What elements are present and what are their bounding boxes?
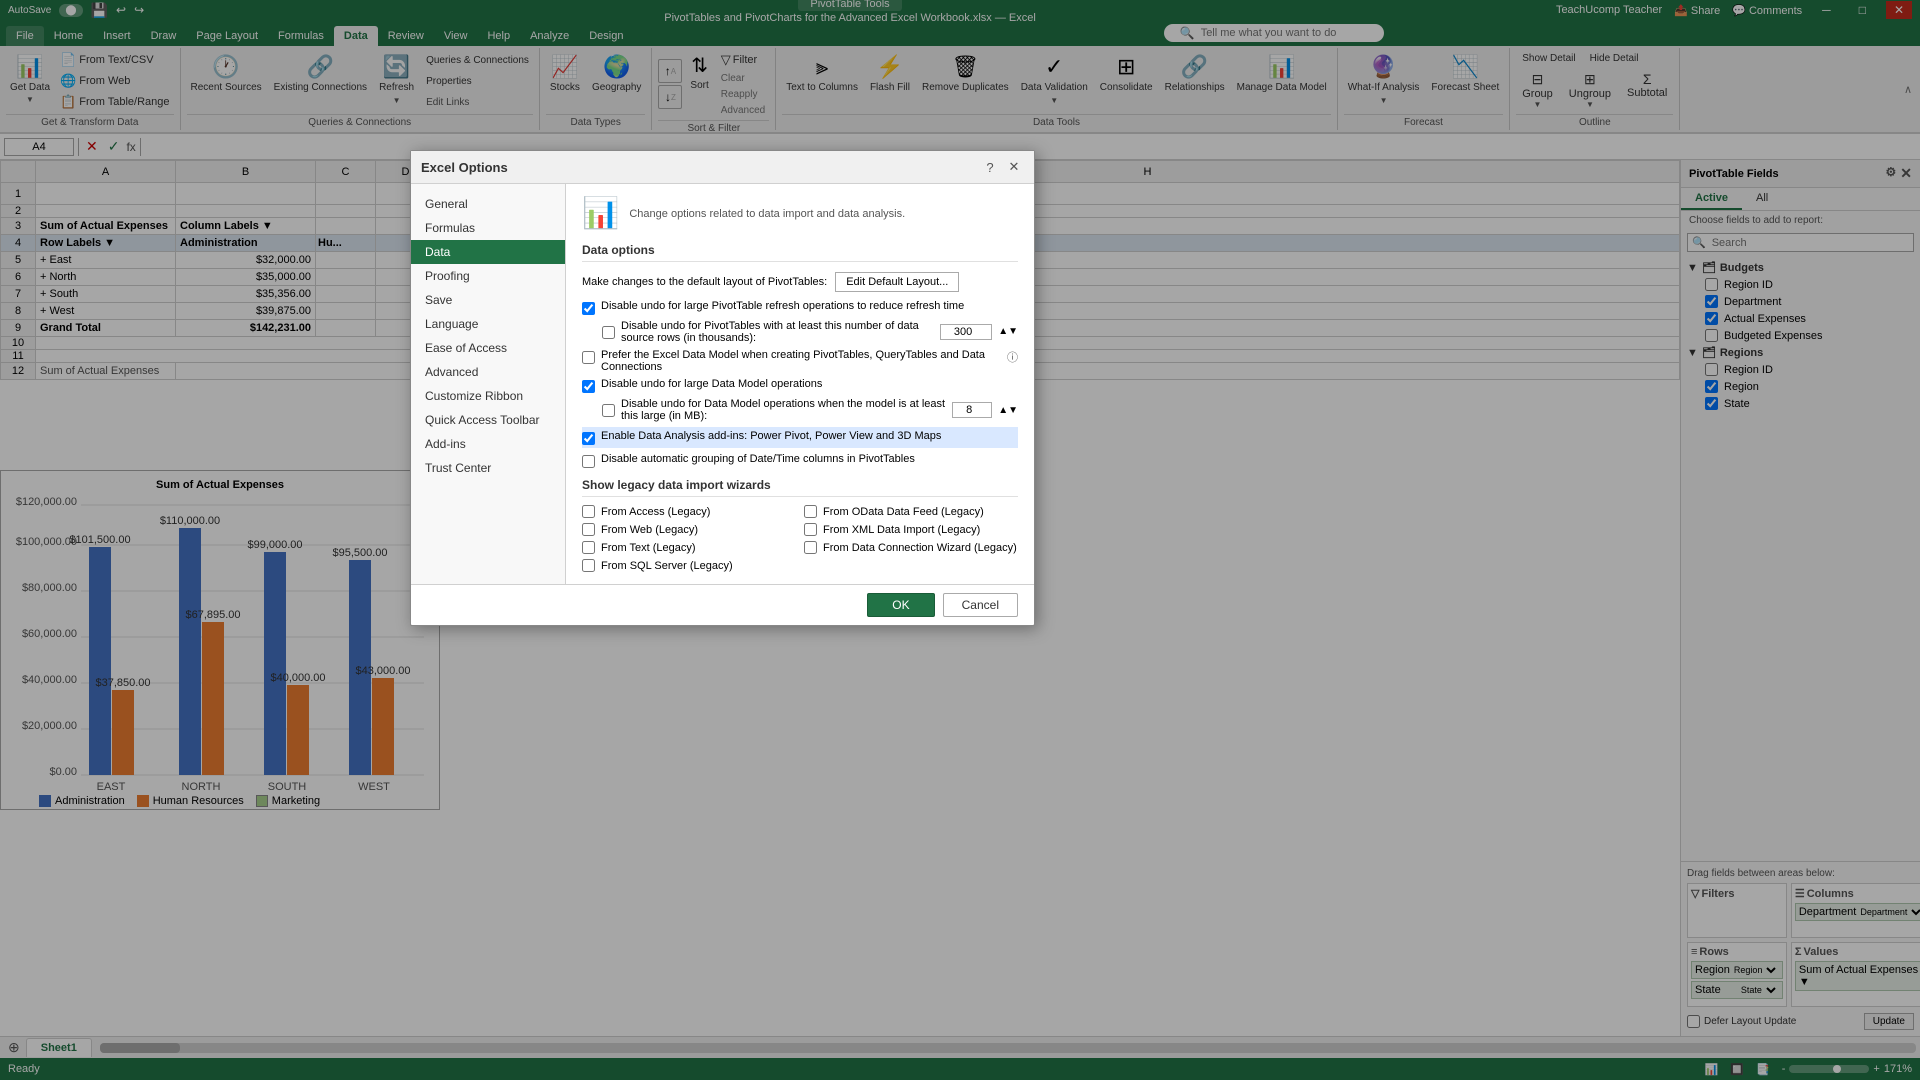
dialog-footer: OK Cancel [411, 584, 1034, 625]
cb2-info-icon: ⓘ [1007, 349, 1018, 365]
legacy-from-access: From Access (Legacy) [582, 505, 796, 518]
cb1-check[interactable] [582, 302, 595, 315]
cb3-row: Disable undo for large Data Model operat… [582, 378, 1018, 393]
legacy-access-check[interactable] [582, 505, 595, 518]
sidebar-item-proofing[interactable]: Proofing [411, 264, 565, 288]
ok-btn[interactable]: OK [867, 593, 934, 617]
sidebar-item-language[interactable]: Language [411, 312, 565, 336]
legacy-sql-check[interactable] [582, 559, 595, 572]
legacy-from-data-connection: From Data Connection Wizard (Legacy) [804, 541, 1018, 554]
default-layout-text: Make changes to the default layout of Pi… [582, 276, 827, 288]
cb2-check[interactable] [582, 351, 595, 364]
legacy-xml-check[interactable] [804, 523, 817, 536]
cb1sub-row: Disable undo for PivotTables with at lea… [582, 320, 1018, 344]
legacy-options-grid: From Access (Legacy) From OData Data Fee… [582, 505, 1018, 572]
cb4-label: Enable Data Analysis add-ins: Power Pivo… [601, 430, 941, 442]
spin-up[interactable]: ▲▼ [998, 327, 1018, 337]
dialog-help-btn[interactable]: ? [980, 157, 1000, 177]
cb2-row: Prefer the Excel Data Model when creatin… [582, 349, 1018, 373]
dialog-title-bar: Excel Options ? ✕ [411, 151, 1034, 184]
dialog-close-btn[interactable]: ✕ [1004, 157, 1024, 177]
legacy-data-conn-check[interactable] [804, 541, 817, 554]
sidebar-item-save[interactable]: Save [411, 288, 565, 312]
sidebar-item-data[interactable]: Data [411, 240, 565, 264]
sidebar-item-formulas[interactable]: Formulas [411, 216, 565, 240]
default-layout-row: Make changes to the default layout of Pi… [582, 272, 1018, 292]
legacy-from-text: From Text (Legacy) [582, 541, 796, 554]
section-title: Data options [582, 243, 1018, 262]
legacy-from-xml: From XML Data Import (Legacy) [804, 523, 1018, 536]
cb2-label: Prefer the Excel Data Model when creatin… [601, 349, 1001, 373]
dialog-body: General Formulas Data Proofing Save Lang… [411, 184, 1034, 584]
cb5-label: Disable automatic grouping of Date/Time … [601, 453, 915, 465]
cb4-row: Enable Data Analysis add-ins: Power Pivo… [582, 427, 1018, 448]
legacy-odata-check[interactable] [804, 505, 817, 518]
legacy-web-check[interactable] [582, 523, 595, 536]
sidebar-item-trust-center[interactable]: Trust Center [411, 456, 565, 480]
cb1-label: Disable undo for large PivotTable refres… [601, 300, 964, 312]
cancel-btn[interactable]: Cancel [943, 593, 1018, 617]
dialog-controls: ? ✕ [980, 157, 1024, 177]
sidebar-item-ease-of-access[interactable]: Ease of Access [411, 336, 565, 360]
cb3sub-value[interactable] [952, 402, 992, 418]
cb1sub-check[interactable] [602, 326, 615, 339]
excel-options-dialog[interactable]: Excel Options ? ✕ General Formulas Data … [410, 150, 1035, 626]
sidebar-item-advanced[interactable]: Advanced [411, 360, 565, 384]
cb3sub-row: Disable undo for Data Model operations w… [582, 398, 1018, 422]
banner-text: Change options related to data import an… [629, 208, 905, 220]
dialog-overlay: Excel Options ? ✕ General Formulas Data … [0, 0, 1920, 1080]
sidebar-item-general[interactable]: General [411, 192, 565, 216]
cb1sub-label: Disable undo for PivotTables with at lea… [621, 320, 934, 344]
banner-icon: 📊 [582, 196, 619, 231]
cb3-check[interactable] [582, 380, 595, 393]
cb5-row: Disable automatic grouping of Date/Time … [582, 453, 1018, 468]
sidebar-item-add-ins[interactable]: Add-ins [411, 432, 565, 456]
cb1sub-value[interactable] [940, 324, 992, 340]
dialog-sidebar: General Formulas Data Proofing Save Lang… [411, 184, 566, 584]
cb3sub-label: Disable undo for Data Model operations w… [621, 398, 946, 422]
legacy-from-odata: From OData Data Feed (Legacy) [804, 505, 1018, 518]
edit-default-layout-btn[interactable]: Edit Default Layout... [835, 272, 959, 292]
cb3sub-check[interactable] [602, 404, 615, 417]
legacy-section-title: Show legacy data import wizards [582, 478, 1018, 497]
dialog-banner: 📊 Change options related to data import … [582, 196, 1018, 231]
sidebar-item-quick-access[interactable]: Quick Access Toolbar [411, 408, 565, 432]
cb4-check[interactable] [582, 432, 595, 445]
sidebar-item-customize-ribbon[interactable]: Customize Ribbon [411, 384, 565, 408]
legacy-from-web: From Web (Legacy) [582, 523, 796, 536]
spin-up2[interactable]: ▲▼ [998, 405, 1018, 416]
cb1-row: Disable undo for large PivotTable refres… [582, 300, 1018, 315]
dialog-content-area: 📊 Change options related to data import … [566, 184, 1034, 584]
legacy-from-sql: From SQL Server (Legacy) [582, 559, 796, 572]
cb5-check[interactable] [582, 455, 595, 468]
legacy-text-check[interactable] [582, 541, 595, 554]
dialog-title: Excel Options [421, 160, 508, 175]
cb3-label: Disable undo for large Data Model operat… [601, 378, 822, 390]
